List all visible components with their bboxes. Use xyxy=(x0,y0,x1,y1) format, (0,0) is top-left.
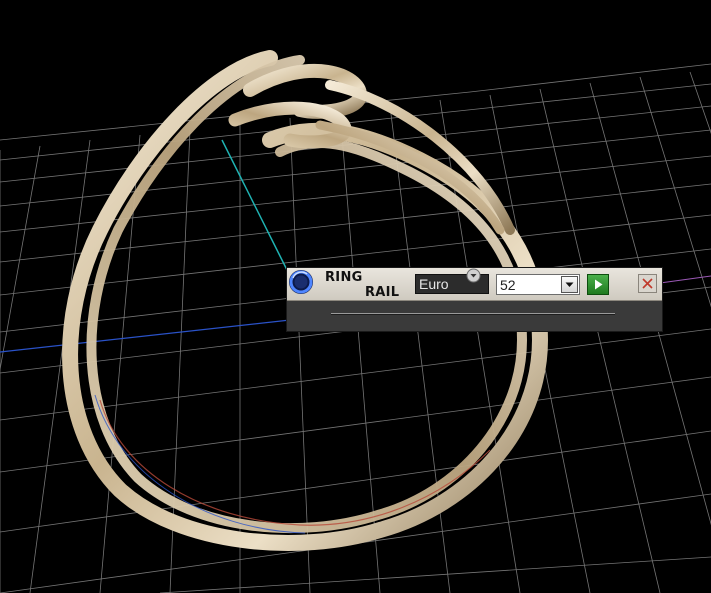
rail-slider-track[interactable] xyxy=(331,313,615,315)
apply-play-button[interactable] xyxy=(587,274,609,295)
panel-title-line1: RING xyxy=(325,270,363,285)
close-icon xyxy=(642,278,653,289)
ring-logo-icon xyxy=(289,270,313,294)
blue-axis-line xyxy=(0,319,291,353)
ring-size-select[interactable]: 52 xyxy=(496,274,580,295)
3d-viewport[interactable]: RING RAIL Euro 52 xyxy=(0,0,711,593)
chevron-down-icon[interactable] xyxy=(561,276,578,293)
slider-thumb-icon[interactable] xyxy=(466,268,481,283)
ring-rail-panel: RING RAIL Euro 52 xyxy=(286,267,663,332)
panel-title-line2: RAIL xyxy=(365,285,400,300)
teal-guide-line xyxy=(221,139,289,273)
play-icon xyxy=(595,279,603,290)
ring-size-value: 52 xyxy=(500,277,516,293)
close-button[interactable] xyxy=(638,274,657,293)
